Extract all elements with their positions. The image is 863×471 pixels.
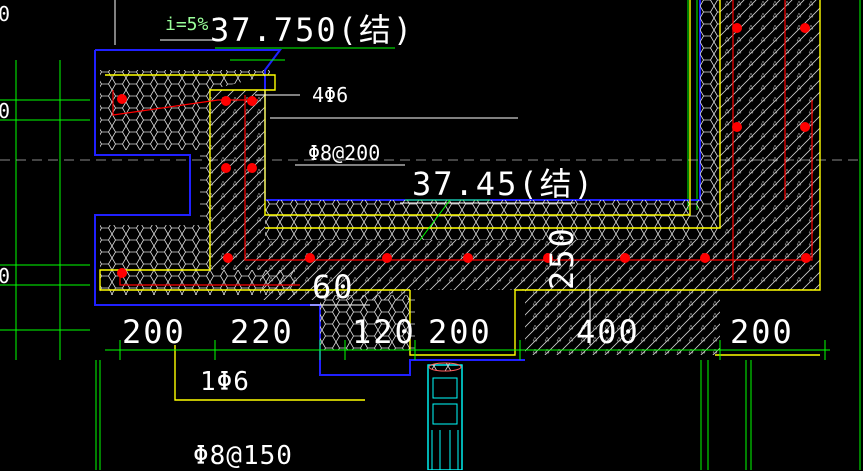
dim-label-1: 200 <box>122 313 186 351</box>
top-rebar-label: 4Φ6 <box>312 83 349 107</box>
rebar-dot <box>247 163 257 173</box>
vertical-dim-250: 250 <box>543 226 581 290</box>
cad-drawing-canvas <box>0 0 863 470</box>
rebar-dot <box>800 122 810 132</box>
left-edge-mark-3: 0 <box>0 264 11 288</box>
rebar-dot <box>223 253 233 263</box>
rebar-dot <box>801 253 811 263</box>
dim-label-6: 200 <box>730 313 794 351</box>
rebar-dot <box>221 96 231 106</box>
rebar-dot <box>117 268 127 278</box>
rebar-dot <box>732 122 742 132</box>
dim-label-3: 120 <box>352 313 416 351</box>
dim-60-label: 60 <box>312 268 355 306</box>
column-detail <box>427 362 463 470</box>
rebar-dot <box>117 94 127 104</box>
slope-note: i=5% <box>165 14 209 35</box>
rebar-dot <box>732 23 742 33</box>
rebar-dot <box>620 253 630 263</box>
bottom-stirrup-label: Φ8@150 <box>193 441 293 471</box>
rebar-dot <box>700 253 710 263</box>
top-elevation-label: 37.750(结) <box>210 11 415 49</box>
rebar-dot <box>305 253 315 263</box>
left-edge-mark-2: 0 <box>0 99 11 123</box>
bottom-rebar-label: 1Φ6 <box>200 367 250 397</box>
left-edge-mark-1: 0 <box>0 2 11 26</box>
rebar-dot <box>800 23 810 33</box>
inner-elevation-label: 37.45(结) <box>412 165 595 203</box>
rebar-dot <box>221 163 231 173</box>
distribution-rebar-label: Φ8@200 <box>308 141 381 165</box>
dim-label-4: 200 <box>428 313 492 351</box>
rebar-dot <box>382 253 392 263</box>
dim-label-2: 220 <box>230 313 294 351</box>
dim-label-5: 400 <box>576 313 640 351</box>
rebar-dot <box>463 253 473 263</box>
rebar-dot <box>247 96 257 106</box>
